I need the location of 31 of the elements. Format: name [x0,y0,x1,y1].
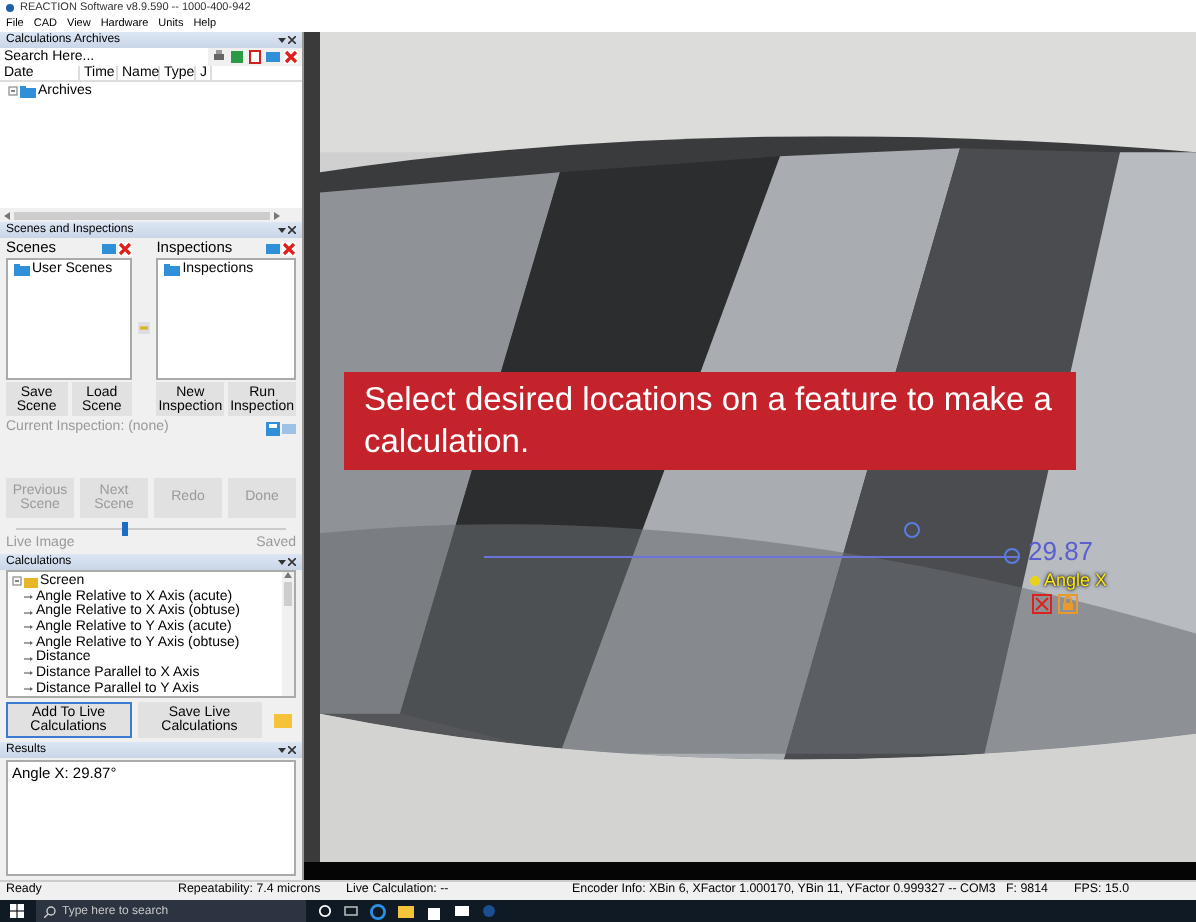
close-icon[interactable] [288,746,296,754]
start-icon[interactable] [10,904,24,918]
close-icon[interactable] [288,226,296,234]
measurement-label: Angle X [1044,572,1108,592]
point-icon [1030,576,1040,587]
search-icon [44,905,56,917]
tree-expander-icon[interactable] [8,86,18,97]
scroll-left-icon[interactable] [4,211,10,219]
close-icon[interactable] [288,36,296,44]
measurement-value: 29.87 [1028,538,1094,567]
scrollbar-thumb[interactable] [284,582,292,606]
instruction-banner: Select desired locations on a feature to make a calculation. [344,372,1076,471]
scroll-right-icon[interactable] [274,211,280,219]
pin-icon[interactable] [278,226,286,234]
cortana-icon[interactable] [318,904,332,918]
scrollbar-thumb[interactable] [14,211,270,219]
app-icon [6,4,14,12]
pin-icon[interactable] [278,36,286,44]
marker-icon [904,522,920,538]
pin-icon[interactable] [278,746,286,754]
tree-expander-icon[interactable] [12,576,22,587]
browser-icon[interactable] [370,903,386,919]
delete-icon[interactable] [282,242,296,256]
marker-icon [1004,548,1020,564]
delete-icon[interactable] [284,50,298,64]
close-icon[interactable] [288,558,296,566]
pin-icon[interactable] [278,558,286,566]
task-view-icon[interactable] [344,904,358,918]
print-icon[interactable] [212,50,226,64]
delete-icon[interactable] [118,242,133,256]
slider-thumb[interactable] [121,522,127,536]
